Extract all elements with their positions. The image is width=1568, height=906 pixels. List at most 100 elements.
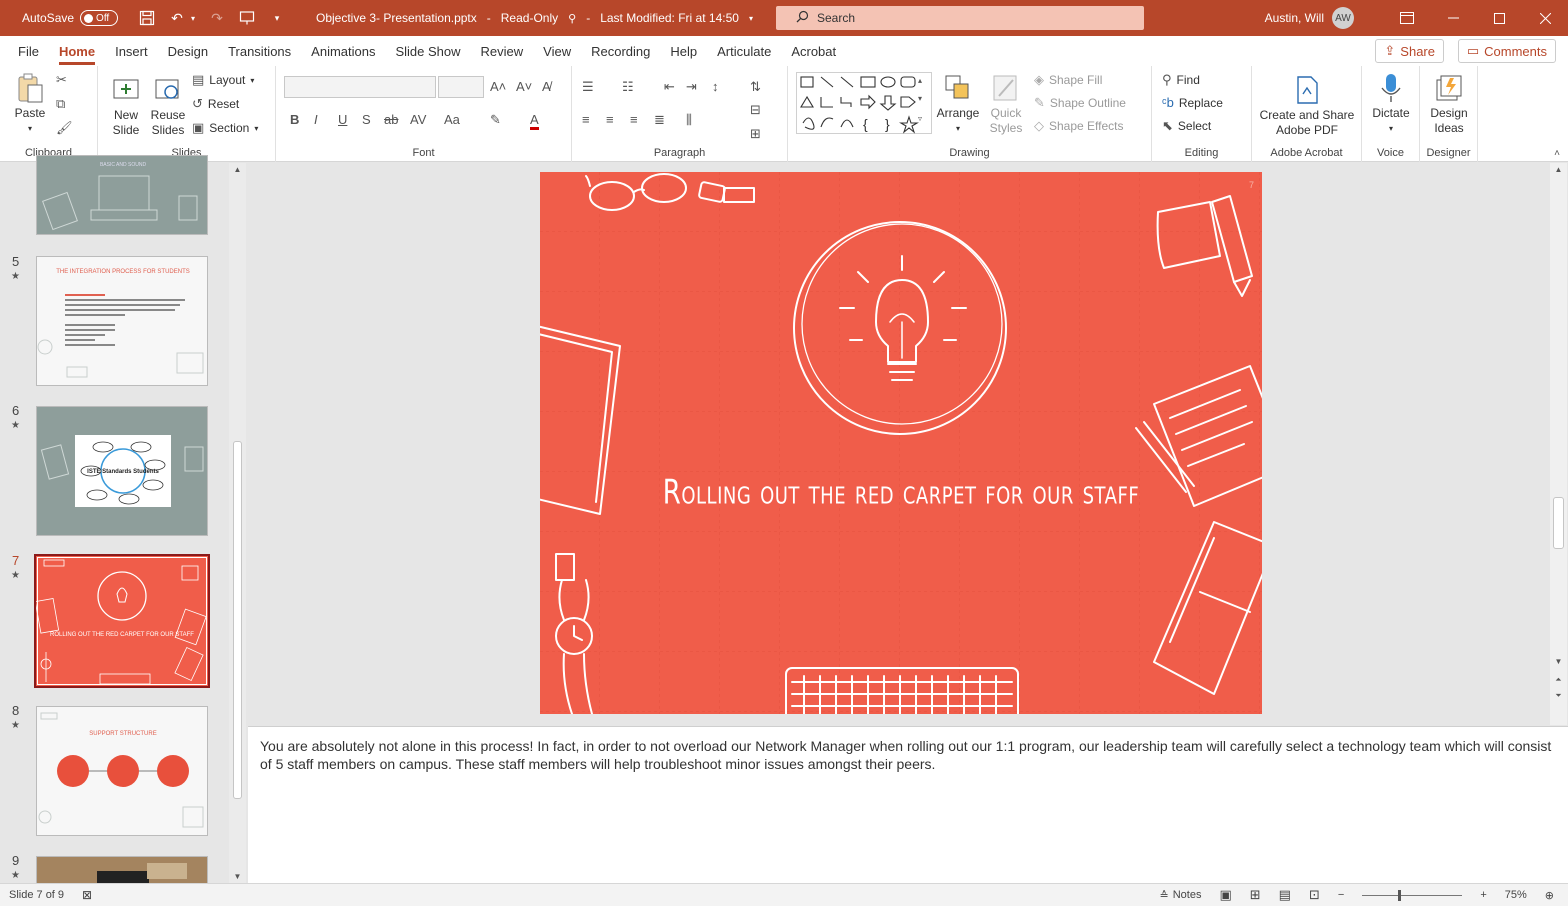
tab-transitions[interactable]: Transitions <box>218 36 301 66</box>
justify-icon[interactable]: ≣ <box>654 112 665 128</box>
slide-title[interactable]: Rolling out the red carpet for our staff <box>540 474 1262 513</box>
format-painter-icon[interactable]: 🖌 <box>56 120 73 136</box>
new-slide-button[interactable]: New Slide <box>106 74 146 138</box>
tab-recording[interactable]: Recording <box>581 36 660 66</box>
close-icon[interactable] <box>1522 0 1568 36</box>
section-button[interactable]: ▣ Section ▾ <box>192 120 258 136</box>
minimize-icon[interactable] <box>1430 0 1476 36</box>
dictate-button[interactable]: Dictate ▾ <box>1366 72 1416 136</box>
increase-indent-icon[interactable]: ⇥ <box>686 79 697 95</box>
chevron-down-icon[interactable]: ▾ <box>749 14 753 23</box>
scroll-down-icon[interactable]: ▼ <box>1550 657 1567 666</box>
customize-toolbar-icon[interactable]: ▾ <box>266 7 288 29</box>
present-icon[interactable] <box>236 7 258 29</box>
slide-thumbnail-6[interactable]: ISTE Standards Students <box>36 406 208 536</box>
scroll-up-icon[interactable]: ▲ <box>1550 165 1567 174</box>
tab-articulate[interactable]: Articulate <box>707 36 781 66</box>
cut-icon[interactable]: ✂ <box>56 72 67 88</box>
slide-thumbnail-4[interactable]: BASIC AND SOUND <box>36 155 208 235</box>
paste-button[interactable]: Paste ▾ <box>12 72 48 136</box>
align-text-icon[interactable]: ⊟ <box>750 102 761 118</box>
scroll-up-icon[interactable]: ▲ <box>229 165 246 174</box>
previous-slide-icon[interactable]: ⏶ <box>1550 675 1567 685</box>
collapse-ribbon-icon[interactable]: ˄ <box>1554 148 1560 159</box>
fit-to-window-icon[interactable]: ⊕ <box>1545 889 1554 902</box>
tab-design[interactable]: Design <box>158 36 218 66</box>
shape-fill-button[interactable]: ◈ Shape Fill <box>1034 72 1102 88</box>
user-name[interactable]: Austin, Will <box>1265 11 1324 25</box>
decrease-indent-icon[interactable]: ⇤ <box>664 79 675 95</box>
last-modified[interactable]: Last Modified: Fri at 14:50 <box>600 11 739 25</box>
autosave-toggle[interactable]: Off <box>80 10 119 26</box>
search-box[interactable]: Search <box>776 6 1144 30</box>
slide-sorter-icon[interactable]: ⊞ <box>1250 887 1261 903</box>
reading-view-icon[interactable]: ▤ <box>1279 887 1291 903</box>
font-size-box[interactable] <box>438 76 484 98</box>
slide-thumbnail-7[interactable]: ROLLING OUT THE RED CARPET FOR OUR STAFF <box>34 554 210 688</box>
zoom-out-icon[interactable]: − <box>1338 889 1344 901</box>
highlight-icon[interactable]: ✎ <box>490 112 501 128</box>
redo-icon[interactable]: ↷ <box>206 7 228 29</box>
scroll-down-icon[interactable]: ▼ <box>229 872 246 881</box>
arrange-button[interactable]: Arrange ▾ <box>936 72 980 136</box>
reset-button[interactable]: ↺ Reset <box>192 96 239 112</box>
zoom-slider-thumb[interactable] <box>1398 889 1402 901</box>
share-button[interactable]: ⇪ Share <box>1375 39 1444 63</box>
font-name-box[interactable] <box>284 76 436 98</box>
numbering-icon[interactable]: ☷ <box>622 79 634 95</box>
line-spacing-icon[interactable]: ↕ <box>712 79 719 94</box>
slide-thumbnail-5[interactable]: THE INTEGRATION PROCESS FOR STUDENTS <box>36 256 208 386</box>
shapes-gallery[interactable]: {} <box>796 72 932 134</box>
copy-icon[interactable]: ⧉ <box>56 96 65 112</box>
editor-scrollbar[interactable]: ▲ ▼ ⏶ ⏷ <box>1550 163 1567 725</box>
zoom-slider[interactable] <box>1362 889 1463 901</box>
undo-icon[interactable]: ↶ <box>166 7 188 29</box>
notes-button[interactable]: ≙ Notes <box>1160 889 1202 902</box>
shrink-font-icon[interactable]: A˅ <box>516 79 532 94</box>
layout-button[interactable]: ▤ Layout ▾ <box>192 72 254 88</box>
scrollbar-thumb[interactable] <box>233 441 242 799</box>
accessibility-icon[interactable]: ⊠ <box>82 888 92 902</box>
save-icon[interactable] <box>136 7 158 29</box>
tab-acrobat[interactable]: Acrobat <box>781 36 846 66</box>
undo-dropdown-icon[interactable]: ▾ <box>188 7 198 29</box>
grow-font-icon[interactable]: A˄ <box>490 79 506 94</box>
create-share-pdf-button[interactable]: Create and Share Adobe PDF <box>1256 74 1358 138</box>
tab-review[interactable]: Review <box>471 36 534 66</box>
clear-formatting-icon[interactable]: A̸ <box>542 79 551 94</box>
notes-text[interactable]: You are absolutely not alone in this pro… <box>260 737 1556 773</box>
comments-button[interactable]: ▭ Comments <box>1457 39 1556 63</box>
notes-pane[interactable]: You are absolutely not alone in this pro… <box>248 726 1568 883</box>
thumbnails-scrollbar[interactable]: ▲ ▼ <box>229 163 246 883</box>
underline-icon[interactable]: U <box>338 112 347 127</box>
italic-icon[interactable]: I <box>314 112 318 127</box>
slide-thumbnail-8[interactable]: SUPPORT STRUCTURE <box>36 706 208 836</box>
slide-thumbnail-9[interactable] <box>36 856 208 883</box>
bullets-icon[interactable]: ☰ <box>582 79 594 95</box>
tab-slide-show[interactable]: Slide Show <box>385 36 470 66</box>
tab-animations[interactable]: Animations <box>301 36 385 66</box>
gallery-down-icon[interactable]: ▾ <box>918 94 922 103</box>
shape-effects-button[interactable]: ◇ Shape Effects <box>1034 118 1124 134</box>
align-left-icon[interactable]: ≡ <box>582 112 590 127</box>
strikethrough-icon[interactable]: ab <box>384 112 398 127</box>
bold-icon[interactable]: B <box>290 112 299 127</box>
slide-show-icon[interactable]: ⊡ <box>1309 887 1320 903</box>
gallery-more-icon[interactable]: ▿ <box>918 114 922 123</box>
quick-styles-button[interactable]: Quick Styles <box>984 72 1028 136</box>
zoom-level[interactable]: 75% <box>1505 889 1527 901</box>
tab-view[interactable]: View <box>533 36 581 66</box>
ribbon-display-icon[interactable] <box>1384 0 1430 36</box>
current-slide[interactable]: Rolling out the red carpet for our staff… <box>540 172 1262 714</box>
replace-button[interactable]: ᶜb Replace <box>1162 95 1223 110</box>
avatar[interactable]: AW <box>1332 7 1354 29</box>
gallery-up-icon[interactable]: ▴ <box>918 76 922 85</box>
change-case-icon[interactable]: Aa <box>444 112 460 127</box>
tab-insert[interactable]: Insert <box>105 36 158 66</box>
tab-home[interactable]: Home <box>49 36 105 66</box>
shadow-icon[interactable]: S <box>362 112 371 127</box>
align-right-icon[interactable]: ≡ <box>630 112 638 127</box>
font-color-icon[interactable]: A <box>530 112 539 130</box>
normal-view-icon[interactable]: ▣ <box>1219 887 1231 903</box>
design-ideas-button[interactable]: Design Ideas <box>1424 72 1474 136</box>
